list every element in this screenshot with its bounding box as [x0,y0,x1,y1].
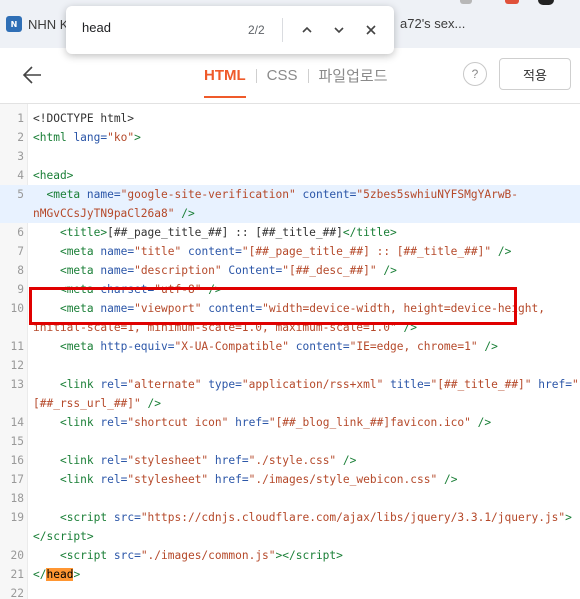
editor-tabs: HTML CSS 파일업로드 [204,65,388,98]
code-text: <link rel="alternate" type="application/… [59,378,579,391]
code-text: <link rel="shortcut icon" href="[##_blog… [59,416,492,429]
arrow-left-icon [22,66,41,84]
code-line[interactable]: 1 <!DOCTYPE html> [0,109,580,128]
code-text: <title>[##_page_title_##] :: [##_title_#… [59,226,397,239]
code-line[interactable]: 20 <script src="./images/common.js"></sc… [0,546,580,565]
highlight-annotation-box [29,287,517,325]
code-line[interactable]: 16 <link rel="stylesheet" href="./style.… [0,451,580,470]
code-line[interactable]: 8 <meta name="description" Content="[##_… [0,261,580,280]
line-number: 6 [17,226,24,239]
code-text: <link rel="stylesheet" href="./images/st… [59,473,458,486]
code-line[interactable]: 22 [0,584,580,599]
line-number: 9 [17,283,24,296]
code-text: </script> [33,530,94,543]
line-number: 14 [10,416,24,429]
divider [282,18,283,42]
code-text: <meta name="google-site-verification" co… [46,188,519,201]
find-next-button[interactable] [328,19,350,41]
line-number: 16 [10,454,24,467]
divider [255,68,257,83]
code-line[interactable]: 5 <meta name="google-site-verification" … [0,185,580,204]
line-number: 18 [10,492,24,505]
chevron-up-icon [302,26,312,33]
code-text: <head> [33,169,74,182]
line-number: 17 [10,473,24,486]
line-number: 12 [10,359,24,372]
code-text: <link rel="stylesheet" href="./style.css… [59,454,357,467]
code-line[interactable]: 6 <title>[##_page_title_##] :: [##_title… [0,223,580,242]
tab-html[interactable]: HTML [204,67,246,98]
code-line[interactable]: 11 <meta http-equiv="X-UA-Compatible" co… [0,337,580,356]
line-number: 8 [17,264,24,277]
tab-css[interactable]: CSS [267,67,298,84]
code-text: <script src="https://cdnjs.cloudflare.co… [59,511,572,524]
browser-tab[interactable]: N NHN K [0,8,68,40]
code-line[interactable]: [##_rss_url_##]" /> [0,394,580,413]
find-bar: 2/2 [66,6,394,54]
line-number: 15 [10,435,24,448]
line-number: 7 [17,245,24,258]
code-line[interactable]: 19 <script src="https://cdnjs.cloudflare… [0,508,580,527]
help-button[interactable]: ? [463,62,487,86]
code-line[interactable]: 15 [0,432,580,451]
find-match-count: 2/2 [248,23,265,37]
editor-header: HTML CSS 파일업로드 ? 적용 [0,48,580,104]
code-line[interactable]: 17 <link rel="stylesheet" href="./images… [0,470,580,489]
tab-file-upload[interactable]: 파일업로드 [319,65,388,86]
code-text: <meta http-equiv="X-UA-Compatible" conte… [59,340,498,353]
line-number: 4 [17,169,24,182]
tab-favicon-icon: N [6,16,22,32]
line-number: 13 [10,378,24,391]
code-line[interactable]: 4 <head> [0,166,580,185]
profile-avatar[interactable] [538,0,554,5]
tab-indicator-icon [505,0,519,4]
line-number: 21 [10,568,24,581]
find-previous-button[interactable] [296,19,318,41]
divider [307,68,309,83]
apply-button[interactable]: 적용 [499,58,571,90]
close-icon [366,25,376,35]
code-editor[interactable]: 1 <!DOCTYPE html> 2 <html lang="ko"> 3 4 <head… [0,104,580,599]
line-number: 2 [17,131,24,144]
code-text: <script src="./images/common.js"></scrip… [59,549,343,562]
code-text: <html lang="ko"> [33,131,141,144]
back-button[interactable] [20,62,46,88]
line-number: 20 [10,549,24,562]
line-number: 11 [10,340,24,353]
tab-indicator-icon [460,0,472,4]
code-text: nMGvCCsJyTN9paCl26a8" /> [33,207,195,220]
code-line[interactable]: 13 <link rel="alternate" type="applicati… [0,375,580,394]
line-number: 22 [10,587,24,599]
line-number: 1 [17,112,24,125]
find-input[interactable] [82,20,232,35]
code-text: <!DOCTYPE html> [33,112,135,125]
code-line[interactable]: 3 [0,147,580,166]
code-text: [##_rss_url_##]" /> [33,397,162,410]
code-line[interactable]: nMGvCCsJyTN9paCl26a8" /> [0,204,580,223]
code-line[interactable]: 7 <meta name="title" content="[##_page_t… [0,242,580,261]
line-number: 5 [17,188,24,201]
line-number: 19 [10,511,24,524]
line-number: 3 [17,150,24,163]
code-text: </head> [33,568,81,581]
tab-title: NHN K [28,16,69,32]
tab-title-2[interactable]: a72's sex... [400,16,465,31]
code-text: <meta name="title" content="[##_page_tit… [59,245,512,258]
code-line[interactable]: 2 <html lang="ko"> [0,128,580,147]
code-line[interactable]: 14 <link rel="shortcut icon" href="[##_b… [0,413,580,432]
chevron-down-icon [334,27,344,34]
code-line[interactable]: 18 [0,489,580,508]
code-line[interactable]: </script> [0,527,580,546]
code-line[interactable]: 12 [0,356,580,375]
line-number: 10 [10,302,24,315]
code-text: <meta name="description" Content="[##_de… [59,264,397,277]
code-line[interactable]: 21 </head> [0,565,580,584]
find-close-button[interactable] [360,19,382,41]
